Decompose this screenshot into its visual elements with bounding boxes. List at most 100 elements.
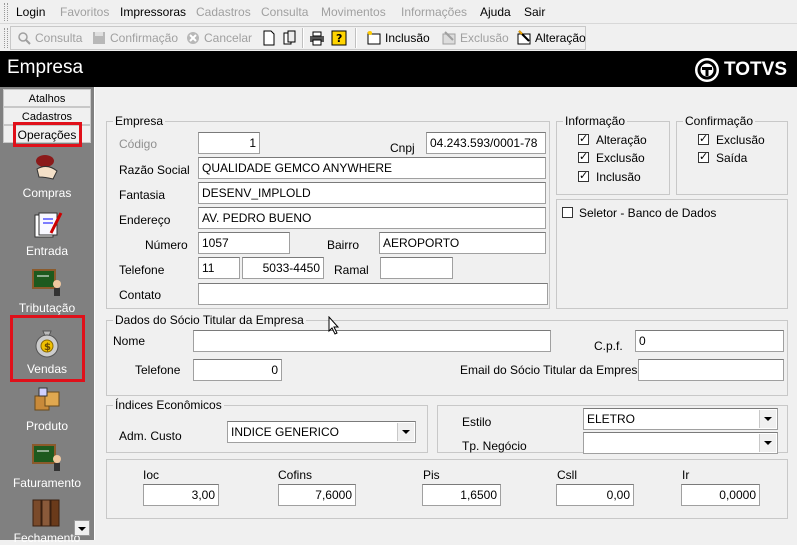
edit-record-icon <box>516 30 532 46</box>
chevron-down-icon[interactable] <box>397 423 414 441</box>
brand-name: TOTVS <box>724 59 787 80</box>
new-document-button[interactable] <box>261 27 280 49</box>
informacao-inclusao-label: Inclusão <box>596 170 641 184</box>
numero-field[interactable]: 1057 <box>198 232 290 254</box>
pis-field[interactable]: 1,6500 <box>422 484 501 506</box>
chevron-down-icon[interactable] <box>759 434 776 452</box>
confirmacao-group-label: Confirmação <box>683 114 756 128</box>
menu-grip <box>4 3 8 21</box>
indices-group-label: Índices Econômicos <box>113 398 224 412</box>
ir-label: Ir <box>682 468 690 482</box>
ioc-field[interactable]: 3,00 <box>143 484 219 506</box>
sidebar-scroll-down-button[interactable] <box>74 520 90 536</box>
menu-cadastros[interactable]: Cadastros <box>196 5 251 19</box>
inclusao-button[interactable]: Inclusão <box>366 27 430 49</box>
toolbar-separator <box>302 28 304 48</box>
menu-favoritos[interactable]: Favoritos <box>60 5 109 19</box>
seletor-checkbox[interactable] <box>562 207 573 218</box>
consulta-button[interactable]: Consulta <box>16 27 82 49</box>
magnifier-icon <box>16 30 32 46</box>
cancelar-label: Cancelar <box>204 31 253 45</box>
toolbar: Consulta Confirmação Cancelar ? Inclusão… <box>0 25 797 51</box>
seletor-label: Seletor - Banco de Dados <box>579 206 717 220</box>
fantasia-field[interactable]: DESENV_IMPLOLD <box>198 182 546 204</box>
sidebar-item-faturamento[interactable]: Faturamento <box>0 441 94 490</box>
documents-button[interactable] <box>282 27 301 49</box>
sidebar-item-label: Tributação <box>18 301 76 315</box>
sidebar: Atalhos Cadastros Operações Compras Entr… <box>0 87 94 545</box>
menu-informacoes[interactable]: Informações <box>401 5 467 19</box>
menu-movimentos[interactable]: Movimentos <box>321 5 386 19</box>
confirmacao-label: Confirmação <box>110 31 179 45</box>
totvs-logo: TOTVS <box>695 58 787 82</box>
sidebar-item-compras[interactable]: Compras <box>0 151 94 200</box>
confirmacao-button[interactable]: Confirmação <box>91 27 178 49</box>
tp-negocio-select[interactable] <box>583 432 778 454</box>
confirmacao-exclusao-checkbox[interactable] <box>698 132 709 145</box>
consulta-label: Consulta <box>35 31 83 45</box>
telefone-label: Telefone <box>119 263 165 277</box>
sidebar-tab-atalhos[interactable]: Atalhos <box>3 89 91 107</box>
add-record-icon <box>366 30 382 46</box>
endereco-field[interactable]: AV. PEDRO BUENO <box>198 207 546 229</box>
confirmacao-saida-checkbox[interactable] <box>698 150 709 163</box>
totvs-logo-icon <box>695 58 719 82</box>
cnpj-field[interactable]: 04.243.593/0001-78 <box>426 132 546 154</box>
inclusao-label: Inclusão <box>385 31 430 45</box>
alteracao-button[interactable]: Alteração <box>516 27 586 49</box>
menu-consulta[interactable]: Consulta <box>261 5 308 19</box>
chalkboard-icon <box>31 266 63 298</box>
chalkboard-icon <box>31 441 63 473</box>
numero-label: Número <box>145 238 188 252</box>
cnpj-label: Cnpj <box>390 141 415 155</box>
sidebar-item-label: Fechamento <box>13 531 81 545</box>
cancelar-button[interactable]: Cancelar <box>185 27 252 49</box>
socio-nome-field[interactable] <box>193 330 551 352</box>
contato-label: Contato <box>119 288 162 302</box>
hand-coin-icon <box>31 151 63 183</box>
socio-email-field[interactable] <box>638 359 784 381</box>
ir-field[interactable]: 0,0000 <box>681 484 760 506</box>
menu-login[interactable]: Login <box>16 5 45 19</box>
tp-negocio-label: Tp. Negócio <box>462 439 527 453</box>
endereco-label: Endereço <box>119 213 171 227</box>
help-button[interactable]: ? <box>331 27 350 49</box>
fantasia-label: Fantasia <box>119 188 166 202</box>
socio-cpf-field[interactable]: 0 <box>635 330 784 352</box>
contato-field[interactable] <box>198 283 548 305</box>
menu-sair[interactable]: Sair <box>524 5 545 19</box>
telefone-field[interactable]: 5033-4450 <box>242 257 324 279</box>
exclusao-button[interactable]: Exclusão <box>441 27 509 49</box>
socio-telefone-field[interactable]: 0 <box>193 359 282 381</box>
sidebar-item-produto[interactable]: Produto <box>0 384 94 433</box>
informacao-inclusao-checkbox[interactable] <box>578 169 589 182</box>
package-icon <box>31 384 63 416</box>
print-button[interactable] <box>309 27 328 49</box>
informacao-alteracao-checkbox[interactable] <box>578 132 589 145</box>
csll-label: Csll <box>557 468 577 482</box>
adm-custo-select[interactable]: INDICE GENERICO <box>227 421 416 443</box>
csll-field[interactable]: 0,00 <box>556 484 634 506</box>
informacao-exclusao-checkbox[interactable] <box>578 150 589 163</box>
highlight-operacoes <box>13 122 82 147</box>
ramal-field[interactable] <box>380 257 453 279</box>
books-icon <box>31 496 63 528</box>
sidebar-item-label: Produto <box>25 419 69 433</box>
bairro-field[interactable]: AEROPORTO <box>379 232 546 254</box>
window-title: Empresa <box>7 57 84 78</box>
codigo-field[interactable]: 1 <box>198 132 260 154</box>
window-title-bar: Empresa TOTVS <box>0 51 797 87</box>
estilo-select[interactable]: ELETRO <box>583 408 778 430</box>
estilo-label: Estilo <box>462 415 492 429</box>
informacao-alteracao-label: Alteração <box>596 133 647 147</box>
menu-ajuda[interactable]: Ajuda <box>480 5 511 19</box>
razao-social-field[interactable]: QUALIDADE GEMCO ANYWHERE <box>198 157 546 179</box>
menu-impressoras[interactable]: Impressoras <box>120 5 186 19</box>
ddd-field[interactable]: 11 <box>198 257 240 279</box>
help-icon: ? <box>331 30 347 46</box>
cofins-field[interactable]: 7,6000 <box>278 484 356 506</box>
chevron-down-icon[interactable] <box>759 410 776 428</box>
sidebar-item-entrada[interactable]: Entrada <box>0 209 94 258</box>
main-form: Empresa Código 1 Cnpj 04.243.593/0001-78… <box>94 87 797 540</box>
sidebar-item-tributacao[interactable]: Tributação <box>0 266 94 315</box>
